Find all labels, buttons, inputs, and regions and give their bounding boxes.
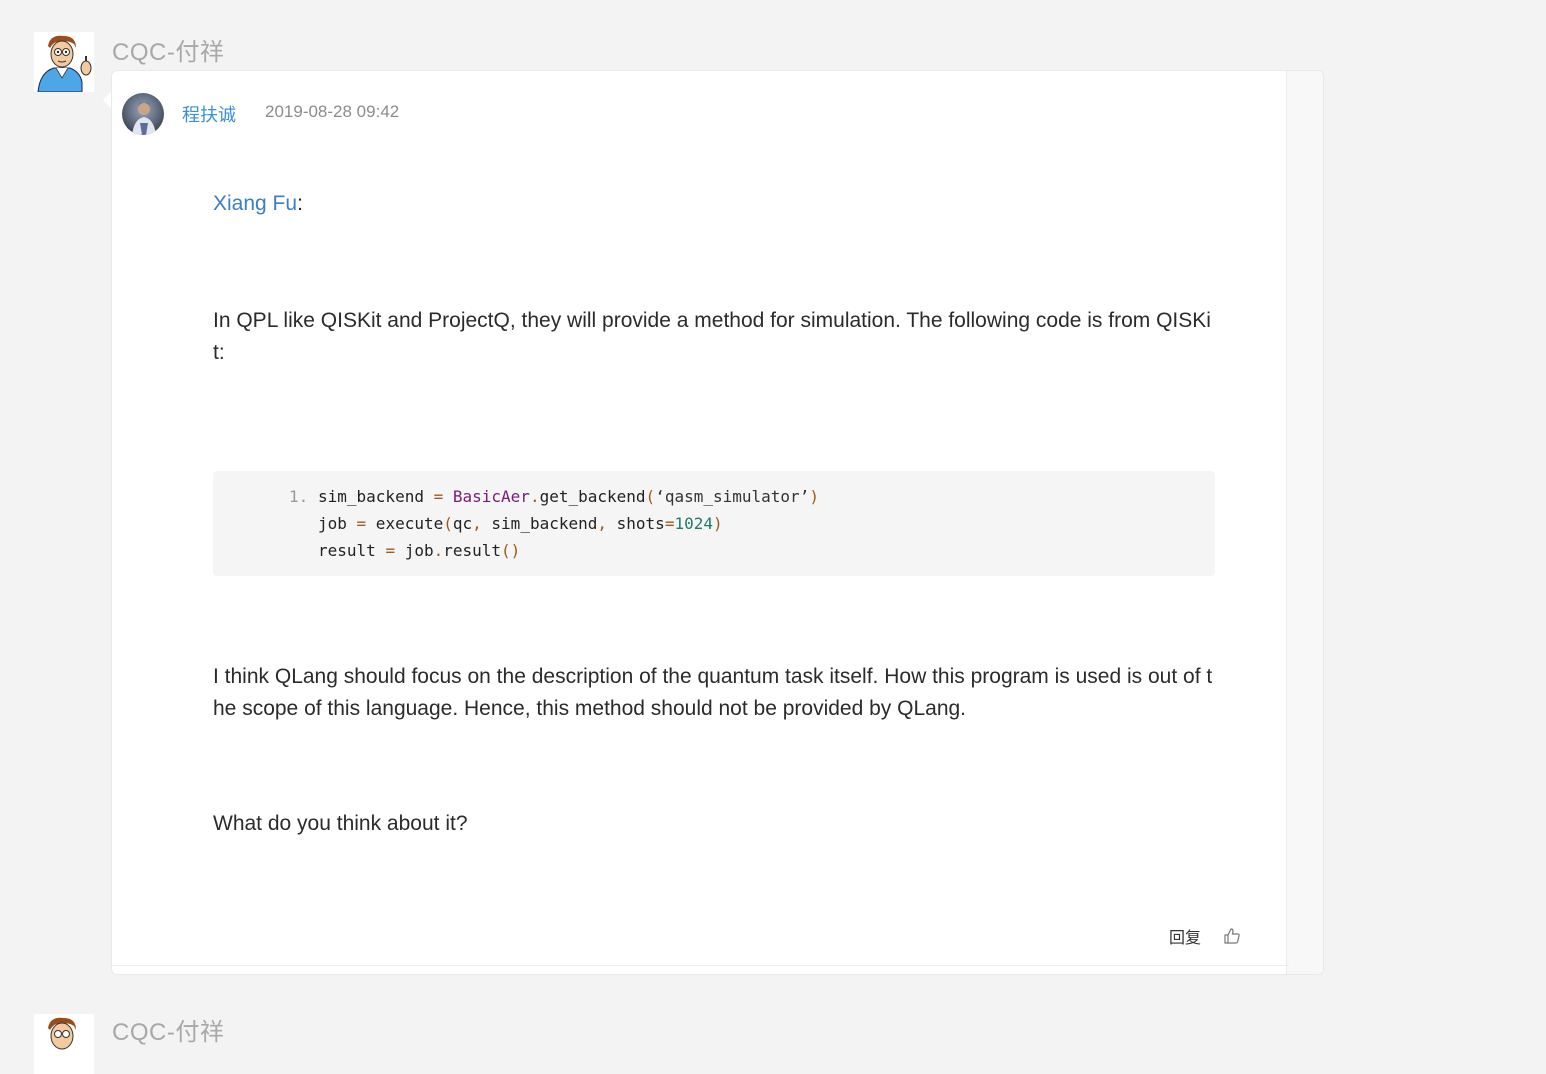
card-divider [112, 965, 1289, 966]
code-line-2: job = execute(qc, sim_backend, shots=102… [318, 514, 723, 533]
comment-card: 程扶诚 2019-08-28 09:42 Xiang Fu: In QPL li… [111, 70, 1324, 975]
author-avatar[interactable] [122, 93, 164, 135]
code-line-number: 1. [289, 487, 309, 506]
reply-button[interactable]: 回复 [1169, 924, 1201, 948]
mention-link[interactable]: Xiang Fu [213, 192, 297, 215]
code-line-1: sim_backend = BasicAer.get_backend(‘qasm… [318, 487, 819, 506]
paragraph-question: What do you think about it? [213, 812, 468, 835]
next-thread-avatar[interactable] [34, 1014, 94, 1074]
thumbs-up-icon[interactable] [1223, 927, 1241, 945]
mention-colon: : [297, 192, 303, 215]
next-thread-title: CQC-付祥 [112, 1019, 225, 1046]
comment-actions: 回复 [1169, 924, 1241, 948]
thread-title: CQC-付祥 [112, 39, 225, 66]
paragraph-opinion: I think QLang should focus on the descri… [213, 665, 1213, 720]
card-pointer [103, 92, 111, 108]
post-timestamp: 2019-08-28 09:42 [265, 102, 400, 121]
card-side-strip [1286, 71, 1323, 974]
mention-line: Xiang Fu: [213, 192, 303, 216]
paragraph-intro: In QPL like QISKit and ProjectQ, they wi… [213, 309, 1211, 364]
author-name-link[interactable]: 程扶诚 [182, 101, 236, 127]
code-line-3: result = job.result() [318, 541, 521, 560]
code-block: 1. sim_backend = BasicAer.get_backend(‘q… [213, 471, 1215, 576]
thread-avatar[interactable] [34, 32, 94, 92]
